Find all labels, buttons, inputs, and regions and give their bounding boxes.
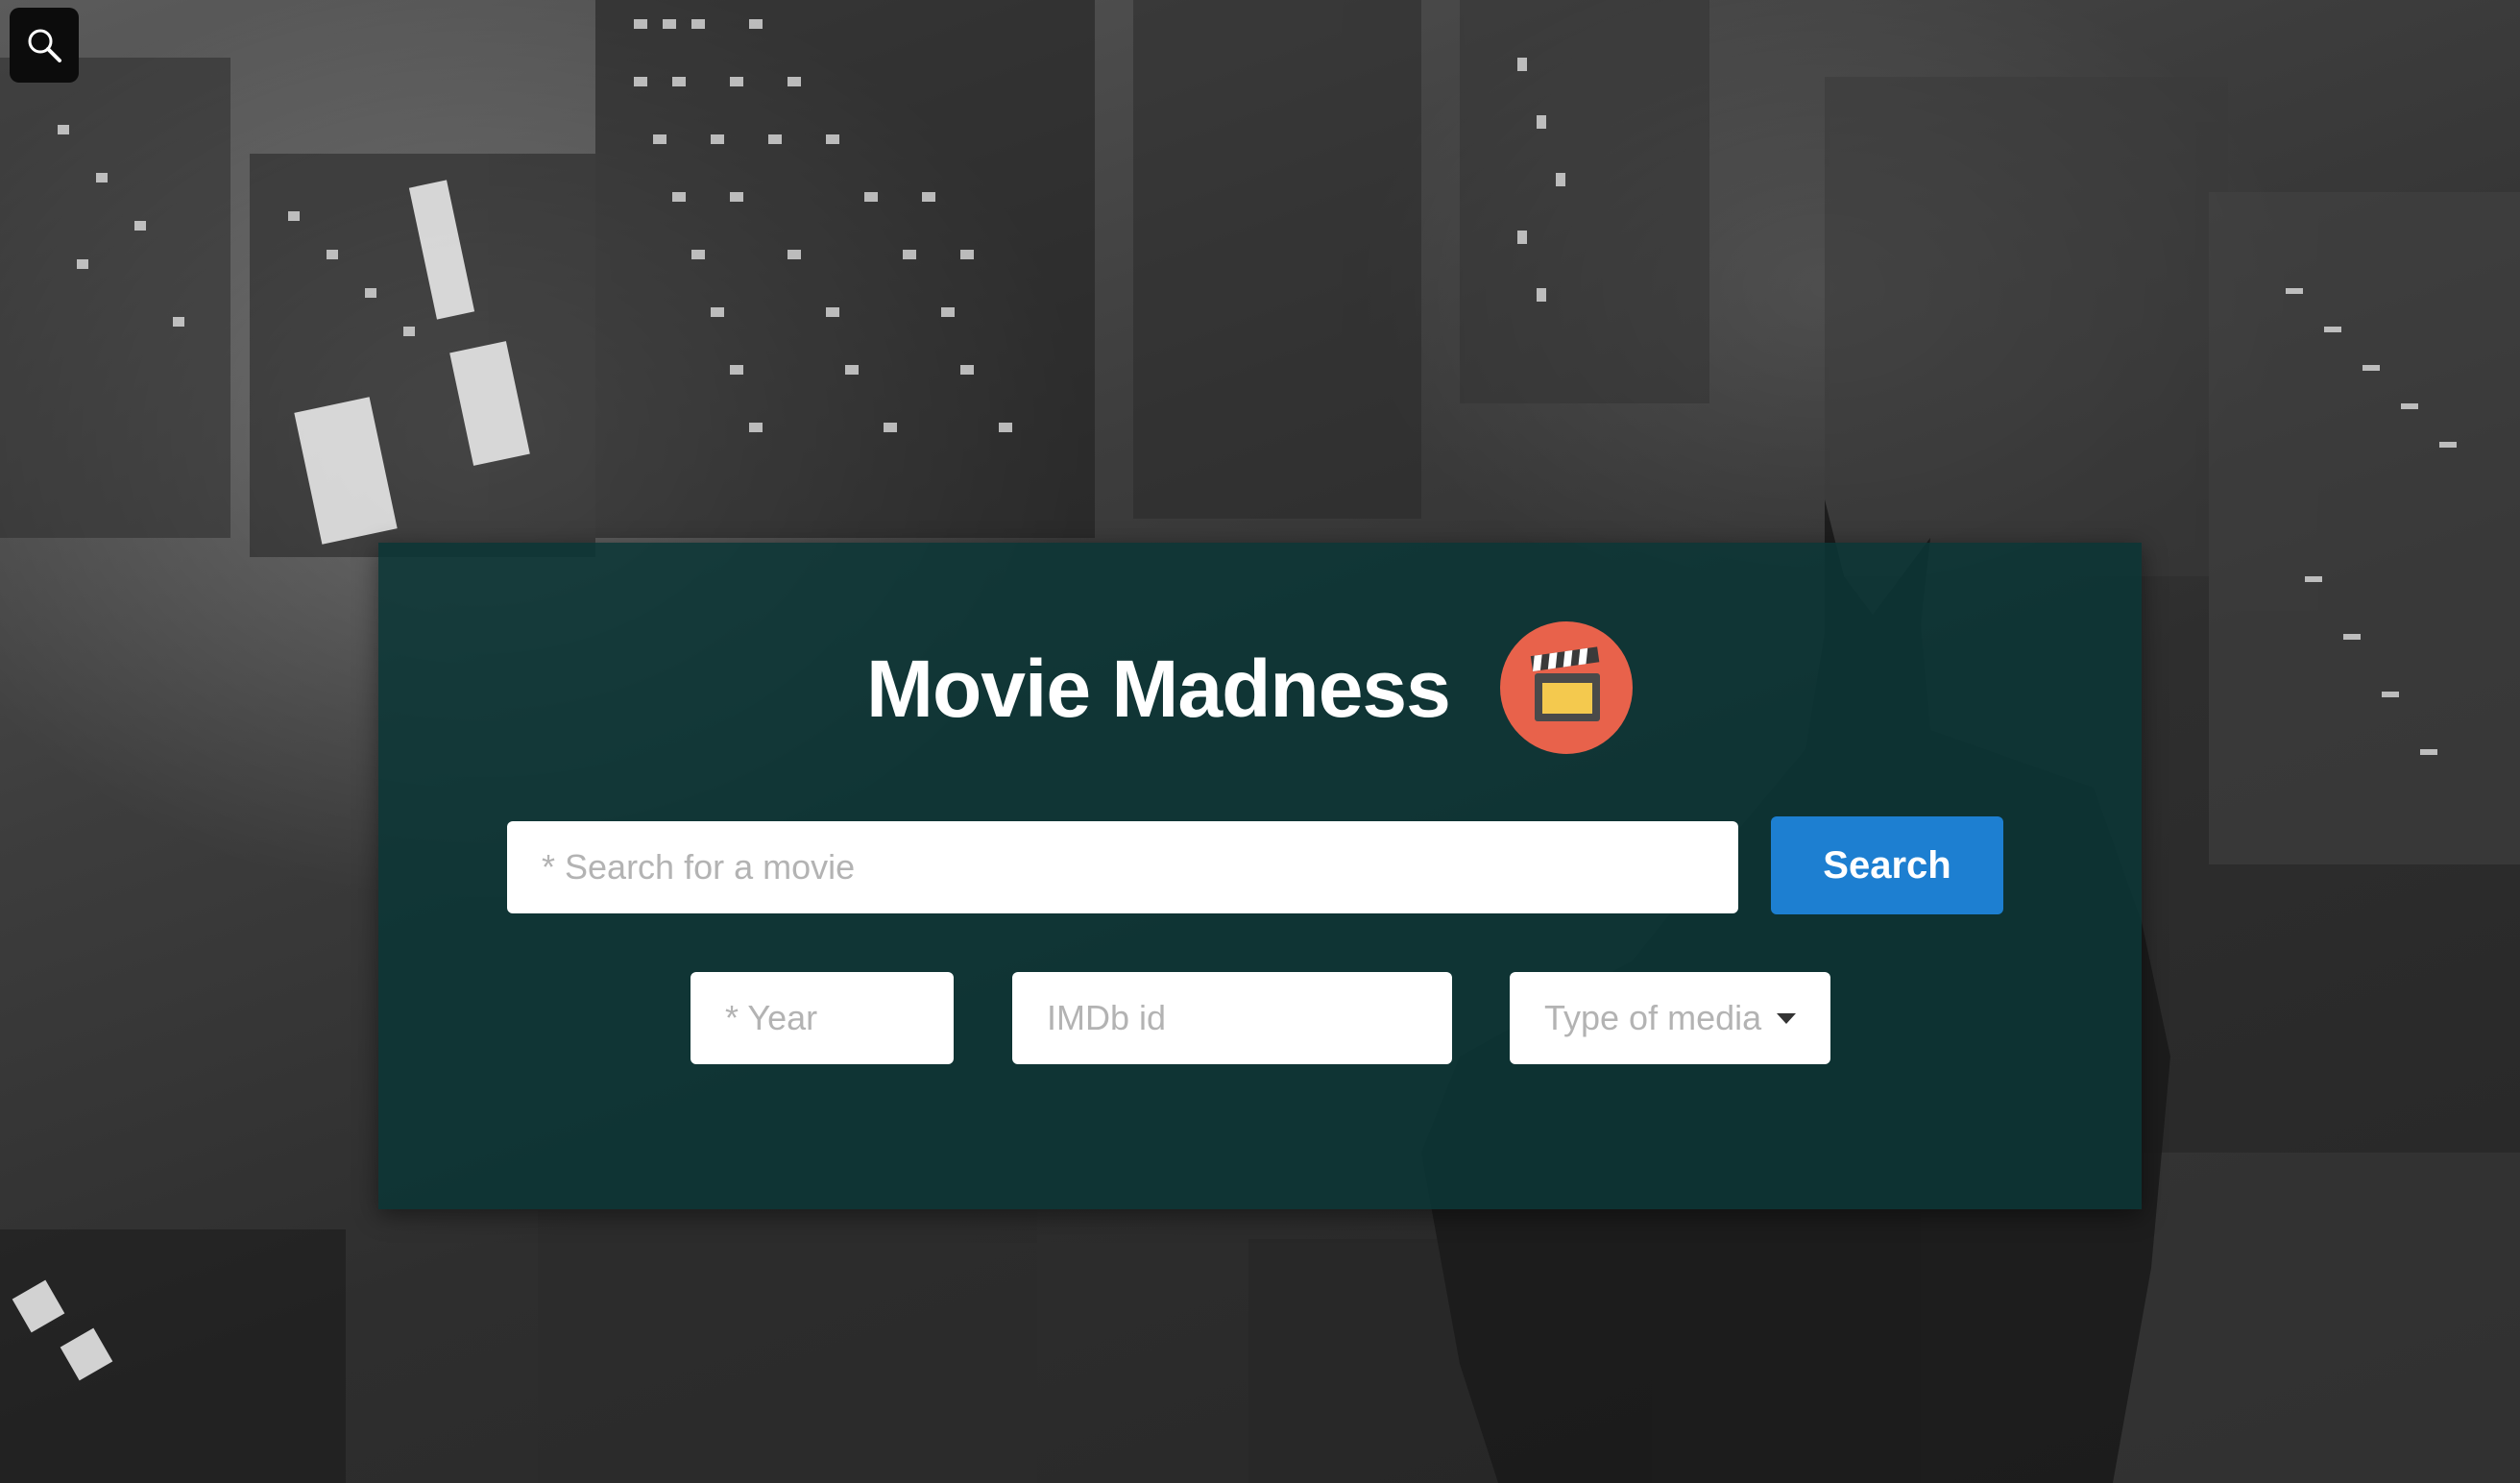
movie-search-input[interactable] — [507, 821, 1738, 913]
corner-search-button[interactable] — [10, 8, 79, 83]
search-button[interactable]: Search — [1771, 816, 2003, 914]
search-panel: Movie Madness Search Type of media — [378, 543, 2142, 1209]
imdb-id-input[interactable] — [1012, 972, 1452, 1064]
year-input[interactable] — [691, 972, 954, 1064]
media-type-dropdown[interactable]: Type of media — [1510, 972, 1830, 1064]
media-type-label: Type of media — [1544, 998, 1762, 1037]
app-title: Movie Madness — [866, 644, 1451, 734]
search-icon — [28, 29, 61, 62]
chevron-down-icon — [1777, 1012, 1796, 1024]
title-row: Movie Madness — [378, 621, 2142, 756]
logo-badge — [1500, 621, 1633, 754]
clapperboard-icon — [1530, 646, 1600, 721]
